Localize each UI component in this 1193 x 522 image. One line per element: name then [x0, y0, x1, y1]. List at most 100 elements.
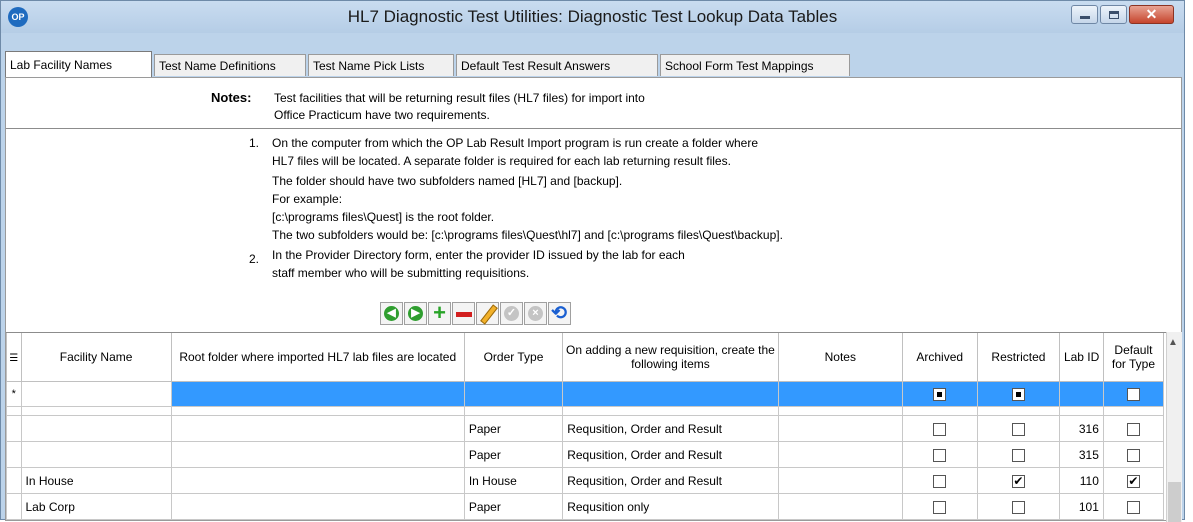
column-header[interactable]: Archived — [901, 333, 978, 382]
column-header[interactable]: Default for Type — [1102, 333, 1165, 382]
table-cell[interactable] — [170, 467, 465, 494]
new-row-marker: * — [6, 381, 22, 407]
delete-record-button[interactable] — [452, 302, 475, 325]
table-cell[interactable]: In House — [20, 467, 172, 494]
insert-record-button[interactable]: + — [428, 300, 451, 325]
next-record-button[interactable]: ▶ — [404, 302, 427, 325]
edit-record-button[interactable] — [476, 302, 499, 325]
facility-name-editor[interactable] — [20, 381, 172, 407]
tab-school-form-test-mappings[interactable]: School Form Test Mappings — [660, 54, 850, 76]
vertical-scrollbar[interactable]: ▲ — [1166, 332, 1182, 522]
column-header[interactable]: Order Type — [463, 333, 564, 382]
column-header[interactable]: Notes — [777, 333, 903, 382]
restricted-checkbox[interactable]: ✔ — [1011, 474, 1025, 488]
lab-id-cell[interactable]: 101 — [1059, 493, 1104, 520]
column-header[interactable]: Root folder where imported HL7 lab files… — [170, 333, 465, 382]
lab-id-cell[interactable]: 110 — [1059, 467, 1104, 494]
default-checkbox[interactable]: ✔ — [1126, 474, 1140, 488]
maximize-icon — [1109, 11, 1119, 19]
title-bar[interactable]: OP HL7 Diagnostic Test Utilities: Diagno… — [1, 1, 1184, 33]
archived-checkbox[interactable] — [933, 448, 947, 462]
table-cell[interactable] — [777, 381, 903, 407]
new-record-row[interactable]: * — [6, 381, 1165, 407]
table-row[interactable]: In House In House Requsition, Order and … — [6, 467, 1165, 494]
close-icon: ✕ — [1145, 6, 1158, 22]
table-cell[interactable] — [20, 441, 172, 468]
minimize-button[interactable] — [1071, 5, 1098, 24]
tab-test-name-pick-lists[interactable]: Test Name Pick Lists — [308, 54, 454, 76]
table-cell[interactable]: Requsition only — [562, 493, 779, 520]
column-header[interactable]: On adding a new requisition, create the … — [562, 333, 779, 382]
archived-checkbox[interactable] — [933, 422, 947, 436]
table-cell[interactable] — [777, 415, 903, 442]
tab-lab-facility-names[interactable]: Lab Facility Names — [5, 51, 152, 77]
default-checkbox[interactable] — [1126, 448, 1140, 462]
table-cell[interactable] — [777, 467, 903, 494]
table-cell[interactable] — [170, 441, 465, 468]
restricted-checkbox[interactable] — [1011, 448, 1025, 462]
restricted-checkbox[interactable] — [1011, 388, 1025, 402]
table-cell[interactable]: In House — [463, 467, 564, 494]
arrow-right-icon: ▶ — [408, 306, 423, 321]
prior-record-button[interactable]: ◀ — [380, 302, 403, 325]
cancel-edit-button[interactable]: × — [524, 302, 547, 325]
step-1-number: 1. — [249, 136, 260, 150]
notes-line-2: Office Practicum have two requirements. — [274, 108, 490, 122]
table-cell[interactable] — [20, 415, 172, 442]
table-cell[interactable] — [777, 441, 903, 468]
table-cell[interactable]: Requsition, Order and Result — [562, 415, 779, 442]
scrollbar-thumb[interactable] — [1168, 482, 1181, 522]
refresh-icon: ⟲ — [551, 303, 567, 324]
maximize-button[interactable] — [1100, 5, 1127, 24]
column-header[interactable]: Restricted — [976, 333, 1061, 382]
table-cell[interactable] — [562, 381, 779, 407]
archived-checkbox[interactable] — [933, 500, 947, 514]
restricted-cell[interactable] — [976, 381, 1061, 407]
lab-id-cell[interactable]: 316 — [1059, 415, 1104, 442]
table-cell[interactable]: Requsition, Order and Result — [562, 441, 779, 468]
close-button[interactable]: ✕ — [1129, 5, 1174, 24]
grid-menu-icon: ☰ — [9, 353, 19, 364]
table-cell[interactable]: Paper — [463, 441, 564, 468]
default-cell[interactable] — [1102, 381, 1165, 407]
tab-test-name-definitions[interactable]: Test Name Definitions — [154, 54, 306, 76]
table-row[interactable]: Paper Requsition, Order and Result 315 — [6, 441, 1165, 468]
post-edit-button[interactable]: ✓ — [500, 302, 523, 325]
default-checkbox[interactable] — [1126, 388, 1140, 402]
archived-checkbox[interactable] — [933, 388, 947, 402]
step-1-line: HL7 files will be located. A separate fo… — [272, 154, 731, 168]
record-navigator: ◀ ▶ + ✓ × ⟲ — [380, 300, 572, 326]
table-cell[interactable]: Requsition, Order and Result — [562, 467, 779, 494]
column-header[interactable]: Facility Name — [20, 333, 172, 382]
step-1-line: [c:\programs files\Quest] is the root fo… — [272, 210, 495, 224]
app-window: OP HL7 Diagnostic Test Utilities: Diagno… — [0, 0, 1185, 522]
table-row[interactable]: Paper Requsition, Order and Result 316 — [6, 415, 1165, 442]
table-cell[interactable] — [170, 493, 465, 520]
notes-text: Test facilities that will be returning r… — [274, 90, 645, 124]
table-cell[interactable]: Paper — [463, 415, 564, 442]
table-row[interactable]: Lab Corp Paper Requsition only 101 — [6, 493, 1165, 520]
column-header[interactable]: Lab ID — [1059, 333, 1104, 382]
table-cell[interactable] — [170, 415, 465, 442]
table-cell[interactable]: Paper — [463, 493, 564, 520]
tab-panel: Notes: Test facilities that will be retu… — [5, 77, 1182, 522]
table-cell[interactable] — [777, 493, 903, 520]
restricted-checkbox[interactable] — [1011, 422, 1025, 436]
row-indicator-header[interactable]: ☰ — [6, 333, 22, 382]
table-cell[interactable] — [170, 381, 465, 407]
default-checkbox[interactable] — [1126, 500, 1140, 514]
table-cell[interactable]: Lab Corp — [20, 493, 172, 520]
tab-default-test-result-answers[interactable]: Default Test Result Answers — [456, 54, 658, 76]
scroll-up-arrow-icon[interactable]: ▲ — [1168, 337, 1178, 348]
default-checkbox[interactable] — [1126, 422, 1140, 436]
table-cell[interactable] — [1059, 381, 1104, 407]
lab-id-cell[interactable]: 315 — [1059, 441, 1104, 468]
archived-checkbox[interactable] — [933, 474, 947, 488]
refresh-button[interactable]: ⟲ — [548, 302, 571, 325]
restricted-checkbox[interactable] — [1011, 500, 1025, 514]
window-title: HL7 Diagnostic Test Utilities: Diagnosti… — [347, 7, 838, 26]
table-cell[interactable] — [463, 381, 564, 407]
archived-cell[interactable] — [901, 381, 978, 407]
pencil-icon — [480, 304, 498, 325]
spacer-row — [6, 406, 1165, 416]
